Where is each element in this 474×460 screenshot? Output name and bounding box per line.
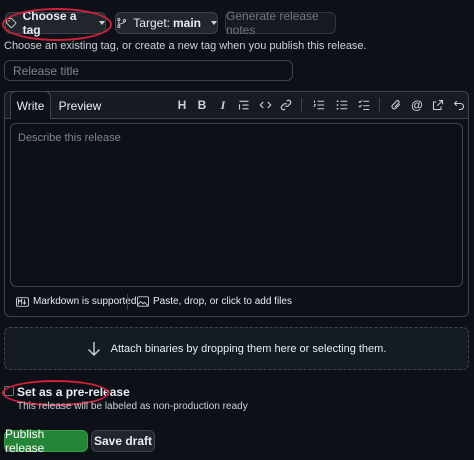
- markdown-icon: [16, 296, 29, 307]
- mention-icon[interactable]: @: [408, 96, 426, 114]
- tab-preview[interactable]: Preview: [55, 92, 105, 119]
- chevron-down-icon: [211, 21, 217, 25]
- code-icon[interactable]: [256, 96, 274, 114]
- generate-release-notes-label: Generate release notes: [226, 9, 319, 37]
- quote-icon[interactable]: [235, 96, 253, 114]
- numbered-list-icon[interactable]: [310, 96, 328, 114]
- release-description-editor: Write Preview H B I @ Describe this rele…: [4, 91, 469, 317]
- publish-release-button[interactable]: Publish release: [4, 427, 88, 455]
- target-branch-button[interactable]: Target: main: [115, 12, 218, 34]
- arrow-down-icon: [87, 341, 100, 356]
- target-prefix: Target:: [133, 16, 170, 30]
- generate-release-notes-button[interactable]: Generate release notes: [225, 9, 336, 37]
- prerelease-description: This release will be labeled as non-prod…: [17, 401, 248, 412]
- tab-write-label: Write: [16, 98, 45, 113]
- save-draft-button[interactable]: Save draft: [91, 430, 155, 452]
- release-title-input[interactable]: Release title: [4, 60, 293, 81]
- heading-icon[interactable]: H: [173, 96, 191, 114]
- toolbar-divider: [301, 98, 302, 112]
- target-branch-name: main: [172, 16, 201, 30]
- tag-hint-text: Choose an existing tag, or create a new …: [4, 40, 367, 52]
- attach-binaries-label: Attach binaries by dropping them here or…: [110, 342, 387, 355]
- italic-icon[interactable]: I: [214, 96, 232, 114]
- link-icon[interactable]: [277, 96, 295, 114]
- attach-binaries-dropzone[interactable]: Attach binaries by dropping them here or…: [4, 327, 469, 370]
- publish-release-label: Publish release: [5, 427, 45, 455]
- undo-icon[interactable]: [450, 96, 468, 114]
- branch-icon: [117, 17, 127, 29]
- editor-footer: Markdown is supported Paste, drop, or cl…: [5, 292, 468, 316]
- add-files-link[interactable]: Paste, drop, or click to add files: [137, 296, 292, 307]
- toolbar-divider: [379, 98, 380, 112]
- tab-preview-label: Preview: [58, 98, 102, 113]
- task-list-icon[interactable]: [355, 96, 373, 114]
- markdown-supported-link[interactable]: Markdown is supported: [16, 296, 136, 307]
- bold-icon[interactable]: B: [193, 96, 211, 114]
- image-icon: [137, 296, 149, 307]
- description-placeholder: Describe this release: [18, 132, 121, 144]
- save-draft-label: Save draft: [93, 434, 153, 448]
- markdown-supported-label: Markdown is supported: [33, 296, 137, 307]
- reference-icon[interactable]: [429, 96, 447, 114]
- release-description-textarea[interactable]: Describe this release: [10, 123, 463, 287]
- annotation-circle-tag: [2, 8, 112, 41]
- tab-write[interactable]: Write: [10, 91, 51, 119]
- editor-tabbar: Write Preview H B I @: [5, 91, 468, 119]
- bulleted-list-icon[interactable]: [333, 96, 351, 114]
- attachment-icon[interactable]: [387, 96, 405, 114]
- footer-divider: [127, 294, 128, 310]
- add-files-label: Paste, drop, or click to add files: [153, 296, 292, 307]
- release-title-placeholder: Release title: [13, 63, 80, 78]
